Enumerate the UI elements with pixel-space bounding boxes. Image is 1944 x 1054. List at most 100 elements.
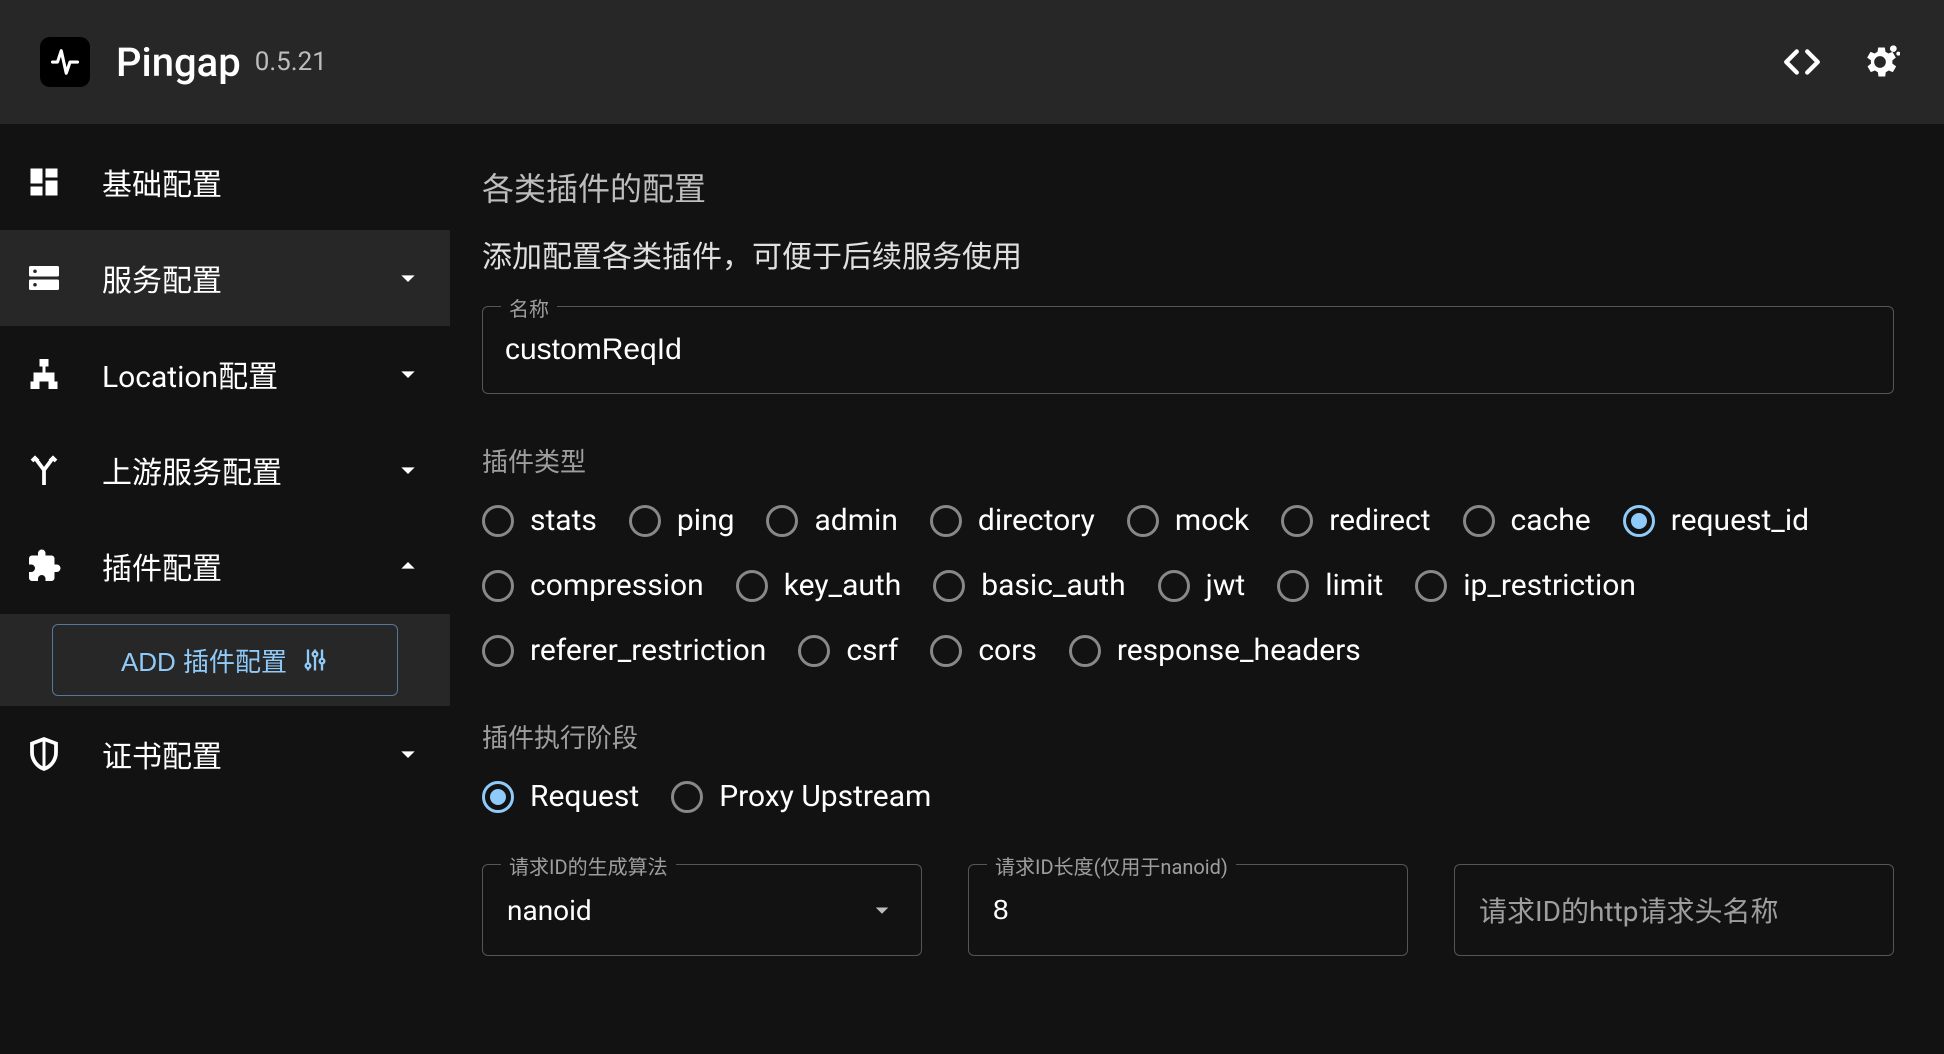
- app-version: 0.5.21: [255, 47, 327, 77]
- sidebar-item-plugin[interactable]: 插件配置: [0, 518, 450, 614]
- plugin-type-admin[interactable]: admin: [766, 503, 897, 538]
- radio-icon: [1127, 505, 1159, 537]
- radio-label: response_headers: [1117, 633, 1361, 668]
- sidebar-item-label: 服务配置: [82, 256, 392, 300]
- radio-label: limit: [1325, 568, 1383, 603]
- plugin-type-referer_restriction[interactable]: referer_restriction: [482, 633, 766, 668]
- add-plugin-button[interactable]: ADD 插件配置: [52, 624, 398, 696]
- radio-icon: [798, 635, 830, 667]
- chevron-down-icon: [392, 454, 424, 486]
- radio-label: cors: [978, 633, 1036, 668]
- shield-icon: [26, 736, 82, 772]
- radio-icon: [736, 570, 768, 602]
- add-button-label: ADD 插件配置: [121, 642, 287, 679]
- plugin-type-compression[interactable]: compression: [482, 568, 704, 603]
- plugin-type-ping[interactable]: ping: [629, 503, 735, 538]
- plugin-type-limit[interactable]: limit: [1277, 568, 1383, 603]
- radio-label: admin: [814, 503, 897, 538]
- radio-label: compression: [530, 568, 704, 603]
- plugin-type-cache[interactable]: cache: [1463, 503, 1591, 538]
- radio-icon: [933, 570, 965, 602]
- radio-label: directory: [978, 503, 1095, 538]
- radio-icon: [930, 635, 962, 667]
- dashboard-icon: [26, 164, 82, 200]
- plugin-type-key_auth[interactable]: key_auth: [736, 568, 902, 603]
- radio-label: cache: [1511, 503, 1591, 538]
- split-icon: [26, 452, 82, 488]
- name-field-wrap: 名称: [482, 306, 1894, 394]
- plugin-type-request_id[interactable]: request_id: [1623, 503, 1809, 538]
- sidebar-item-label: 插件配置: [82, 544, 392, 588]
- app-title: Pingap: [116, 39, 241, 86]
- radio-label: ip_restriction: [1463, 568, 1636, 603]
- sidebar-item-cert[interactable]: 证书配置: [0, 706, 450, 802]
- sidebar-item-label: 上游服务配置: [82, 448, 392, 492]
- chevron-down-icon: [843, 895, 921, 925]
- radio-label: request_id: [1671, 503, 1809, 538]
- length-field: 请求ID长度(仅用于nanoid): [968, 864, 1408, 956]
- radio-label: Request: [530, 779, 639, 814]
- add-plugin-wrap: ADD 插件配置: [0, 614, 450, 706]
- header-name-placeholder: 请求ID的http请求头名称: [1455, 890, 1802, 930]
- exec-stage-group: Request Proxy Upstream: [482, 779, 1894, 814]
- exec-stage-proxy-upstream[interactable]: Proxy Upstream: [671, 779, 931, 814]
- radio-label: jwt: [1206, 568, 1246, 603]
- plugin-type-group: stats ping admin directory mock redirect cache…: [482, 503, 1894, 668]
- sidebar-item-upstream[interactable]: 上游服务配置: [0, 422, 450, 518]
- radio-label: ping: [677, 503, 735, 538]
- radio-icon: [1069, 635, 1101, 667]
- sidebar-item-location[interactable]: Location配置: [0, 326, 450, 422]
- radio-icon: [482, 781, 514, 813]
- sidebar: 基础配置 服务配置 Location配置 上游服务配置: [0, 124, 450, 1054]
- name-input[interactable]: [483, 307, 1893, 393]
- radio-icon: [1277, 570, 1309, 602]
- radio-icon: [1158, 570, 1190, 602]
- extension-icon: [26, 548, 82, 584]
- plugin-type-ip_restriction[interactable]: ip_restriction: [1415, 568, 1636, 603]
- plugin-type-csrf[interactable]: csrf: [798, 633, 898, 668]
- plugin-type-basic_auth[interactable]: basic_auth: [933, 568, 1125, 603]
- radio-icon: [671, 781, 703, 813]
- sidebar-item-label: Location配置: [82, 352, 392, 396]
- radio-label: basic_auth: [981, 568, 1125, 603]
- code-icon[interactable]: [1778, 38, 1826, 86]
- plugin-type-jwt[interactable]: jwt: [1158, 568, 1246, 603]
- plugin-type-directory[interactable]: directory: [930, 503, 1095, 538]
- header-name-field[interactable]: 请求ID的http请求头名称: [1454, 864, 1894, 956]
- server-icon: [26, 260, 82, 296]
- plugin-type-stats[interactable]: stats: [482, 503, 597, 538]
- chevron-down-icon: [392, 738, 424, 770]
- radio-icon: [482, 570, 514, 602]
- page-title: 各类插件的配置: [482, 164, 1894, 210]
- hierarchy-icon: [26, 356, 82, 392]
- radio-label: stats: [530, 503, 597, 538]
- sidebar-item-basic[interactable]: 基础配置: [0, 134, 450, 230]
- plugin-type-label: 插件类型: [482, 442, 1894, 479]
- chevron-up-icon: [392, 550, 424, 582]
- sidebar-item-label: 基础配置: [82, 160, 424, 204]
- exec-stage-request[interactable]: Request: [482, 779, 639, 814]
- plugin-type-mock[interactable]: mock: [1127, 503, 1249, 538]
- radio-label: csrf: [846, 633, 898, 668]
- main-panel: 各类插件的配置 添加配置各类插件，可便于后续服务使用 名称 插件类型 stats…: [450, 124, 1944, 1054]
- plugin-type-redirect[interactable]: redirect: [1281, 503, 1430, 538]
- radio-label: key_auth: [784, 568, 902, 603]
- radio-icon: [1415, 570, 1447, 602]
- settings-icon[interactable]: [1856, 38, 1904, 86]
- app-logo: [40, 37, 90, 87]
- plugin-type-cors[interactable]: cors: [930, 633, 1036, 668]
- chevron-down-icon: [392, 358, 424, 390]
- radio-label: referer_restriction: [530, 633, 766, 668]
- algo-select[interactable]: 请求ID的生成算法 nanoid: [482, 864, 922, 956]
- plugin-type-response_headers[interactable]: response_headers: [1069, 633, 1361, 668]
- radio-label: mock: [1175, 503, 1249, 538]
- exec-stage-label: 插件执行阶段: [482, 718, 1894, 755]
- name-field-label: 名称: [501, 293, 557, 322]
- radio-icon: [1463, 505, 1495, 537]
- length-input[interactable]: [969, 894, 1407, 926]
- sidebar-item-server[interactable]: 服务配置: [0, 230, 450, 326]
- algo-label: 请求ID的生成算法: [501, 851, 676, 880]
- sidebar-item-label: 证书配置: [82, 732, 392, 776]
- radio-icon: [629, 505, 661, 537]
- page-subtitle: 添加配置各类插件，可便于后续服务使用: [482, 232, 1894, 276]
